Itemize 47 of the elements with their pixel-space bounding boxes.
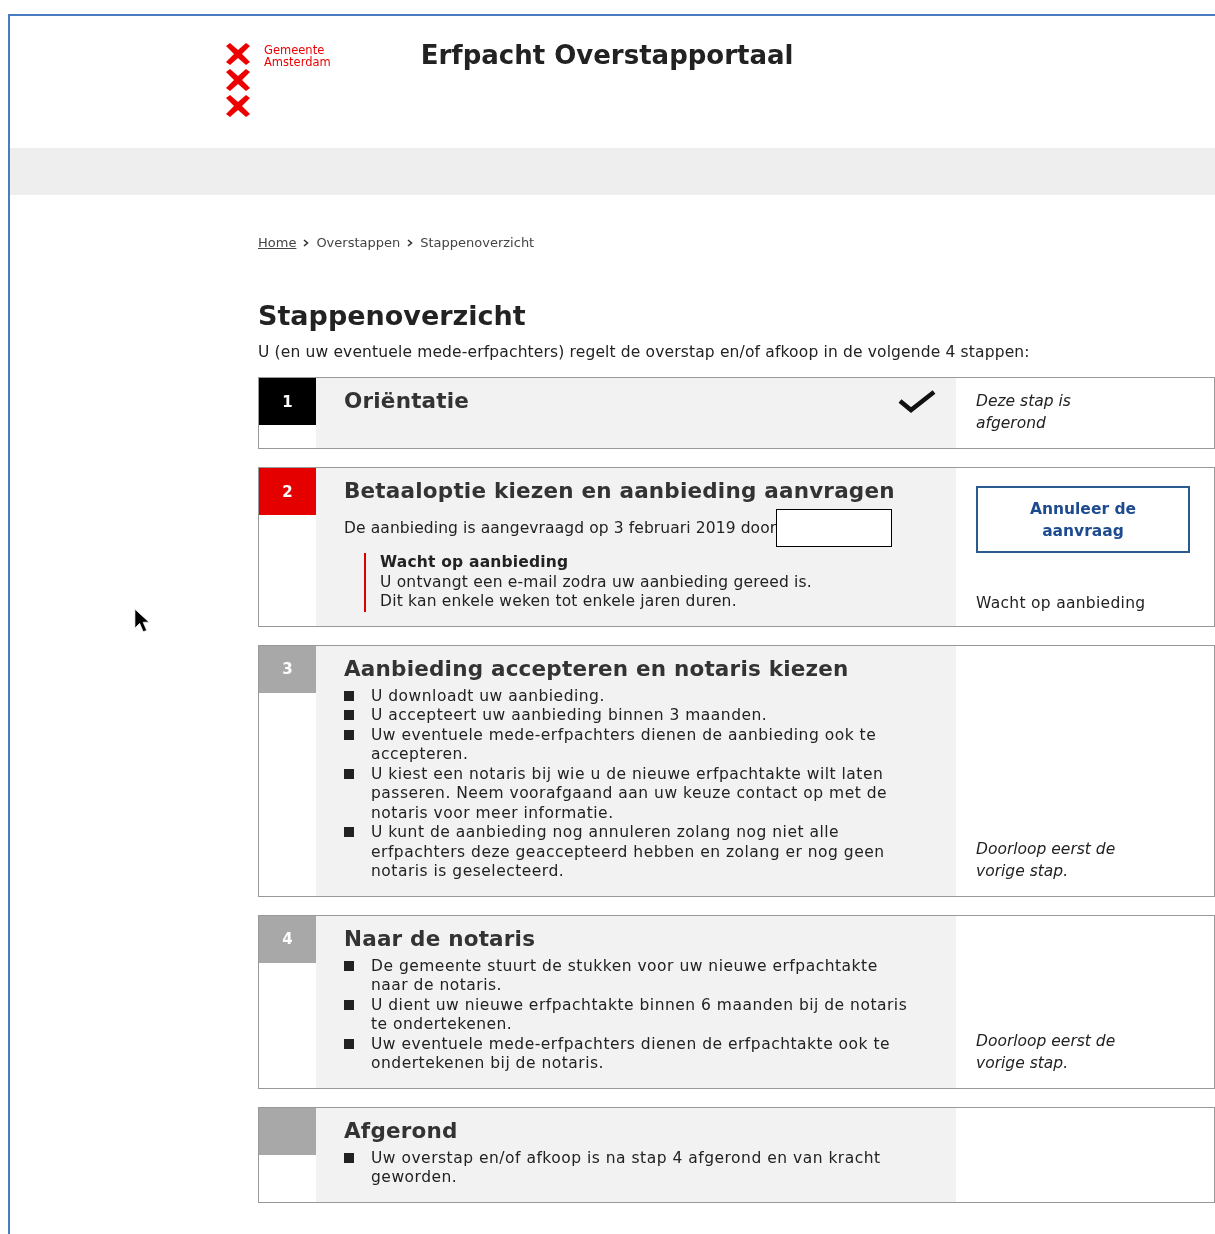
notice-text: Dit kan enkele weken tot enkele jaren duren.	[380, 592, 738, 612]
breadcrumb-item: Overstappen	[316, 235, 401, 250]
bullet-text: U downloadt uw aanbieding.	[371, 686, 605, 706]
page-title: Stappenoverzicht	[258, 300, 527, 331]
bullet-icon	[344, 827, 354, 837]
step-status-note: Doorloop eerst de vorige stap.	[976, 838, 1117, 882]
mouse-cursor-icon	[133, 608, 151, 634]
step-title: Betaaloptie kiezen en aanbieding aanvragen	[344, 478, 895, 503]
chevron-icon	[303, 238, 310, 247]
bullet-icon	[344, 1152, 354, 1163]
bullet-text: U dient uw nieuwe erfpachtakte binnen 6 maanden bij de notaris te ondertekenen.	[371, 995, 909, 1035]
step-number: 4	[259, 915, 316, 963]
bullet-text: U kiest een notaris bij wie u de nieuwe erfpachtakte wilt laten passeren. Neem voorafgaand aan uw keuze contact op met de notaris voor meer informatie.	[371, 764, 889, 823]
site-title: Erfpacht Overstapportaal	[420, 40, 794, 70]
org-name: Gemeente	[264, 44, 325, 56]
bullet-icon	[344, 729, 354, 740]
step-status-note: Doorloop eerst de vorige stap.	[976, 1030, 1117, 1074]
intro-text: U (en uw eventuele mede-erfpachters) regelt de overstap en/of afkoop in de volgende 4 stappen:	[258, 343, 1031, 361]
bullet-icon	[344, 999, 354, 1010]
step-number: 3	[259, 645, 316, 693]
breadcrumb-link[interactable]: Home	[258, 235, 297, 250]
step-number: 1	[259, 378, 316, 425]
bullet-icon	[344, 1038, 354, 1049]
step-title: Naar de notaris	[344, 925, 536, 951]
notice-title: Wacht op aanbieding	[380, 553, 570, 573]
bullet-icon	[344, 960, 354, 971]
step-status: Wacht op aanbieding	[976, 593, 1146, 612]
bullet-text: Uw eventuele mede-erfpachters dienen de erfpachtakte ook te ondertekenen bij de notaris.	[371, 1034, 892, 1074]
chevron-icon	[407, 238, 414, 247]
step-text: De aanbieding is aangevraagd op 3 februari 2019 door	[344, 519, 777, 537]
bullet-text: U accepteert uw aanbieding binnen 3 maanden.	[371, 706, 768, 726]
step-title: Afgerond	[344, 1117, 458, 1143]
bullet-text: Uw overstap en/of afkoop is na stap 4 afgerond en van kracht geworden.	[371, 1148, 882, 1188]
step-title: Aanbieding accepteren en notaris kiezen	[344, 655, 849, 681]
step-number: 2	[259, 468, 316, 515]
bullet-text: Uw eventuele mede-erfpachters dienen de aanbieding ook te accepteren.	[371, 725, 878, 765]
step-title: Oriëntatie	[344, 388, 470, 413]
org-name: Amsterdam	[264, 56, 331, 68]
notice-text: U ontvangt een e-mail zodra uw aanbieding gereed is.	[380, 572, 813, 592]
bullet-icon	[344, 710, 354, 720]
breadcrumb-item: Stappenoverzicht	[420, 235, 535, 250]
bullet-text: U kunt de aanbieding nog annuleren zolang nog niet alle erfpachters deze geaccepteerd hebben en zolang er nog geen notaris is geselecteerd.	[371, 823, 886, 882]
step-status-note: Deze stap is afgerond	[976, 391, 1072, 434]
bullet-icon	[344, 768, 354, 779]
bullet-icon	[344, 690, 354, 701]
bullet-text: De gemeente stuurt de stukken voor uw nieuwe erfpachtakte naar de notaris.	[371, 956, 879, 996]
cancel-request-button[interactable]: Annuleer de aanvraag	[976, 486, 1190, 553]
